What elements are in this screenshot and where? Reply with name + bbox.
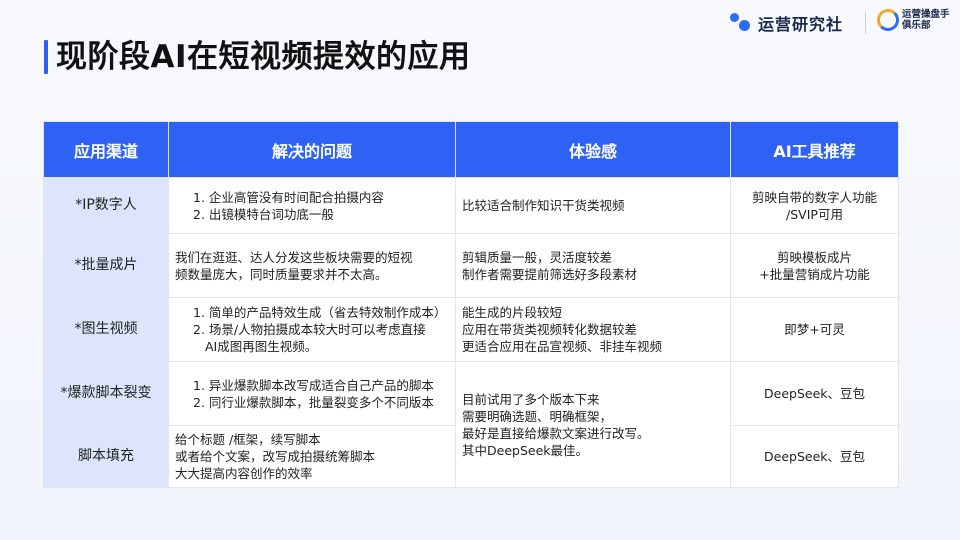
problem-line: 我们在逛逛、达人分发这些板块需要的短视 — [175, 249, 413, 265]
club-name-line1: 运营操盘手 — [902, 9, 950, 20]
problem-line: 给个标题 /框架，续写脚本 — [175, 432, 321, 447]
table-row: *IP数字人 1. 企业高管没有时间配合拍摄内容 2. 出镜模特台词功底一般 比… — [43, 177, 899, 234]
table-row: *批量成片 我们在逛逛、达人分发这些板块需要的短视 频数量庞大，同时质量要求并不… — [43, 233, 899, 298]
problem-line: 2. 出镜模特台词功底一般 — [193, 206, 334, 222]
tool-line: DeepSeek、豆包 — [764, 449, 865, 464]
experience-line: 能生成的片段较短 — [462, 305, 563, 320]
problem-line: 2. 同行业爆款脚本，批量裂变多个不同版本 — [193, 394, 434, 410]
experience-line: 剪辑质量一般，灵活度较差 — [462, 249, 613, 265]
tools-cell: DeepSeek、豆包 — [730, 361, 899, 426]
brand-logo-yunying: 运营研究社 — [730, 11, 843, 35]
tool-line: 即梦+可灵 — [784, 322, 845, 337]
channel-cell: *批量成片 — [43, 233, 169, 298]
problem-line: 大大提高内容创作的效率 — [175, 466, 313, 481]
club-name-line2: 俱乐部 — [902, 20, 931, 31]
channel-cell: *图生视频 — [43, 297, 169, 362]
tools-cell: 剪映模板成片 +批量营销成片功能 — [730, 233, 899, 298]
title-accent-bar — [44, 40, 48, 74]
header-problems: 解决的问题 — [168, 121, 456, 178]
experience-cell: 能生成的片段较短 应用在带货类视频转化数据较差 更适合应用在品宣视频、非挂车视频 — [455, 297, 731, 362]
problem-line: 1. 异业爆款脚本改写成适合自己产品的脚本 — [193, 377, 434, 393]
channel-cell: *IP数字人 — [43, 177, 169, 234]
problem-line: 或者给个文案，改写成拍摄统筹脚本 — [175, 449, 376, 464]
experience-line: 更适合应用在品宣视频、非挂车视频 — [462, 339, 663, 354]
experience-line: 其中DeepSeek最佳。 — [462, 442, 588, 458]
channel-cell: *爆款脚本裂变 — [43, 361, 169, 426]
experience-cell-merged: 目前试用了多个版本下来 需要明确选题、明确框架， 最好是直接给爆款文案进行改写。… — [455, 361, 731, 488]
tools-cell: DeepSeek、豆包 — [730, 425, 899, 488]
problems-cell: 我们在逛逛、达人分发这些板块需要的短视 频数量庞大，同时质量要求并不太高。 — [168, 233, 456, 298]
table-row: *爆款脚本裂变 1. 异业爆款脚本改写成适合自己产品的脚本 2. 同行业爆款脚本… — [43, 361, 899, 488]
experience-cell: 剪辑质量一般，灵活度较差 制作者需要提前筛选好多段素材 — [455, 233, 731, 298]
header-experience: 体验感 — [455, 121, 731, 178]
page-title: 现阶段AI在短视频提效的应用 — [56, 39, 471, 75]
tool-line: 剪映自带的数字人功能 — [751, 189, 877, 205]
problem-line: 1. 简单的产品特效生成（省去特效制作成本） — [193, 305, 447, 320]
tool-line: /SVIP可用 — [786, 206, 843, 222]
header-channel: 应用渠道 — [43, 121, 169, 178]
experience-line: 比较适合制作知识干货类视频 — [462, 198, 625, 213]
table-row: *图生视频 1. 简单的产品特效生成（省去特效制作成本） 2. 场景/人物拍摄成… — [43, 297, 899, 362]
problem-line: 2. 场景/人物拍摄成本较大时可以考虑直接 — [193, 322, 426, 337]
ai-application-table: 应用渠道 解决的问题 体验感 AI工具推荐 *IP数字人 1. 企业高管没有时间… — [43, 121, 899, 488]
problem-line: 1. 企业高管没有时间配合拍摄内容 — [193, 189, 384, 205]
problem-line: AI成图再图生视频。 — [205, 339, 318, 354]
problems-cell: 1. 企业高管没有时间配合拍摄内容 2. 出镜模特台词功底一般 — [168, 177, 456, 234]
experience-line: 制作者需要提前筛选好多段素材 — [462, 266, 638, 282]
problems-cell: 1. 简单的产品特效生成（省去特效制作成本） 2. 场景/人物拍摄成本较大时可以… — [168, 297, 456, 362]
channel-cell: 脚本填充 — [43, 425, 169, 488]
experience-line: 应用在带货类视频转化数据较差 — [462, 322, 638, 337]
tool-line: DeepSeek、豆包 — [764, 386, 865, 401]
tools-cell: 剪映自带的数字人功能 /SVIP可用 — [730, 177, 899, 234]
club-ring-icon — [877, 9, 899, 31]
tool-line: 剪映模板成片 — [776, 249, 852, 265]
brand-name: 运营研究社 — [758, 15, 844, 34]
problems-cell: 1. 异业爆款脚本改写成适合自己产品的脚本 2. 同行业爆款脚本，批量裂变多个不… — [168, 361, 456, 426]
brand-logo-club: 运营操盘手 俱乐部 — [877, 9, 950, 31]
header-tools: AI工具推荐 — [730, 121, 899, 178]
experience-cell: 比较适合制作知识干货类视频 — [455, 177, 731, 234]
brand-dots-icon — [730, 13, 752, 33]
tools-cell: 即梦+可灵 — [730, 297, 899, 362]
problem-line: 频数量庞大，同时质量要求并不太高。 — [175, 266, 388, 282]
table-header-row: 应用渠道 解决的问题 体验感 AI工具推荐 — [43, 121, 899, 178]
experience-line: 最好是直接给爆款文案进行改写。 — [462, 425, 650, 441]
tool-line: +批量营销成片功能 — [759, 266, 870, 282]
experience-line: 需要明确选题、明确框架， — [462, 408, 613, 424]
problems-cell: 给个标题 /框架，续写脚本 或者给个文案，改写成拍摄统筹脚本 大大提高内容创作的… — [168, 425, 456, 488]
experience-line: 目前试用了多个版本下来 — [462, 391, 600, 407]
logo-divider — [865, 12, 866, 34]
